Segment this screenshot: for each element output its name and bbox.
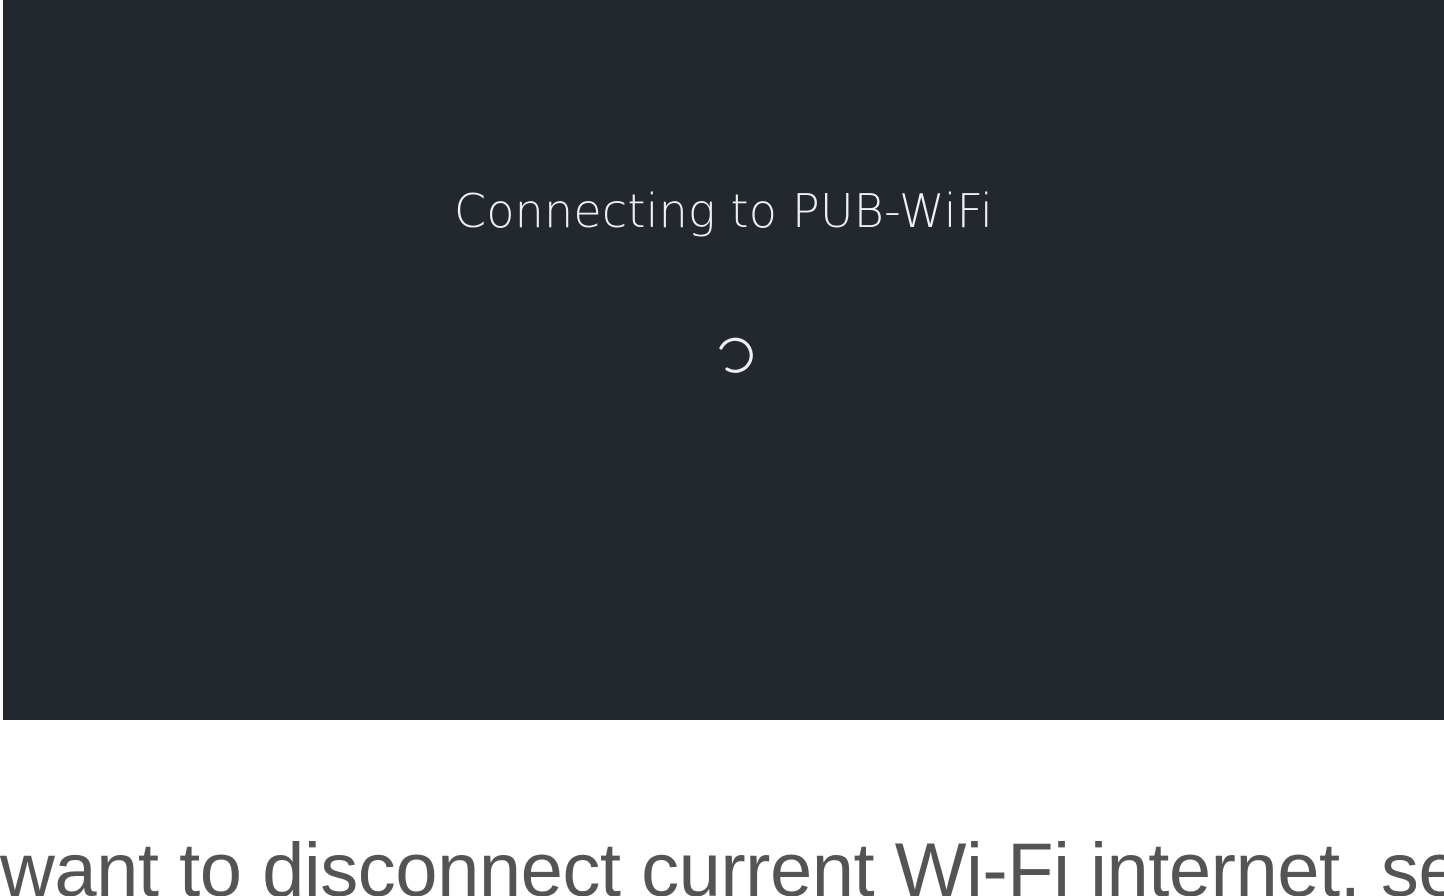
page: Connecting to PUB-WiFi want to disconnec… <box>0 0 1444 896</box>
caption-text: want to disconnect current Wi-Fi interne… <box>0 828 1444 896</box>
loading-spinner-icon <box>719 337 753 373</box>
tv-connection-screen: Connecting to PUB-WiFi <box>3 0 1444 720</box>
connecting-status-text: Connecting to PUB-WiFi <box>454 184 993 238</box>
